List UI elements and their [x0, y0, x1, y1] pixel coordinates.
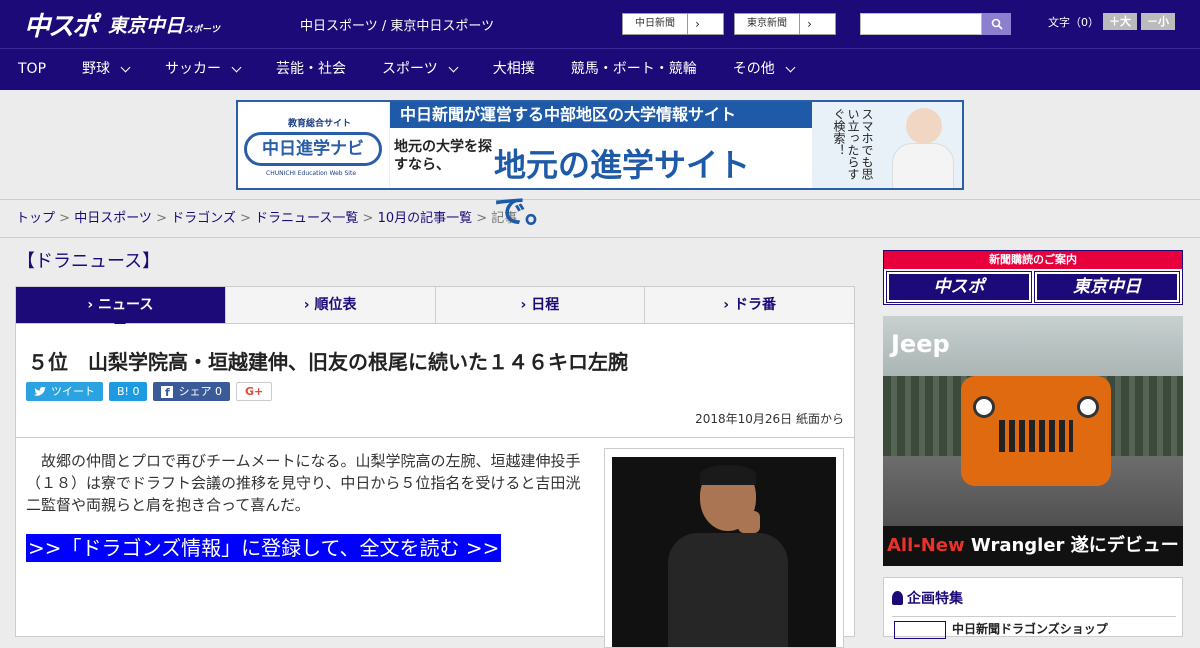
nav-item-soccer[interactable]: サッカー [147, 49, 258, 90]
ribbon-icon [892, 591, 903, 605]
ad-caption: All-New Wrangler 遂にデビュー [883, 526, 1183, 566]
google-plus-button[interactable]: G+ [235, 382, 273, 401]
banner-area: 教育総合サイト 中日進学ナビ CHUNICHI Education Web Si… [0, 90, 1200, 230]
breadcrumb-item[interactable]: トップ [16, 211, 55, 226]
tab-schedule[interactable]: › 日程 [436, 287, 646, 323]
search-button[interactable] [982, 13, 1011, 35]
font-size-control: 文字（0） ＋大 －小 [1048, 13, 1175, 30]
subscribe-chuspo-button[interactable]: 中スポ [886, 271, 1032, 303]
tab-drabAN[interactable]: › ドラ番 [645, 287, 854, 323]
nav-item-entertainment[interactable]: 芸能・社会 [258, 49, 364, 90]
search-icon [991, 18, 1003, 30]
nav-item-racing[interactable]: 競馬・ボート・競輪 [553, 49, 715, 90]
breadcrumb-item[interactable]: 10月の記事一覧 [378, 211, 473, 226]
tab-standings[interactable]: › 順位表 [226, 287, 436, 323]
breadcrumb-item[interactable]: ドラゴンズ [171, 211, 236, 226]
tweet-button[interactable]: ツイート [26, 382, 103, 401]
article-photo[interactable] [604, 448, 844, 648]
chevron-down-icon [231, 62, 242, 73]
article-header: ５位 山梨学院高・垣越建伸、旧友の根尾に続いた１４６キロ左腕 ツイート B! 0… [15, 324, 855, 438]
subscription-box: 新聞購読のご案内 中スポ 東京中日 [883, 250, 1183, 305]
hatena-bookmark-button[interactable]: B! 0 [109, 382, 148, 401]
tokyo-shimbun-button[interactable]: 東京新聞 › [734, 13, 836, 35]
feature-item[interactable]: 中日新聞ドラゴンズショップ [892, 616, 1176, 640]
subscription-header: 新聞購読のご案内 [884, 251, 1182, 269]
breadcrumb-item[interactable]: 中日スポーツ [74, 211, 152, 226]
font-larger-button[interactable]: ＋大 [1103, 13, 1137, 30]
banner-logo: 教育総合サイト 中日進学ナビ CHUNICHI Education Web Si… [238, 102, 390, 188]
search-box [860, 13, 1011, 35]
share-buttons: ツイート B! 0 f シェア 0 G+ [26, 382, 273, 401]
chevron-down-icon [448, 62, 459, 73]
search-input[interactable] [860, 13, 982, 35]
breadcrumb-item[interactable]: ドラニュース一覧 [255, 211, 358, 226]
tab-news[interactable]: › ニュース [16, 287, 226, 330]
top-header: 中スポ 東京中日スポーツ 中日スポーツ / 東京中日スポーツ 中日新聞 › 東京… [0, 0, 1200, 48]
jeep-logo: Jeep [891, 330, 950, 358]
nav-item-top[interactable]: TOP [0, 49, 64, 90]
tokyo-chunichi-logo[interactable]: 東京中日スポーツ [108, 11, 220, 38]
main-content: 【ドラニュース】 › ニュース › 順位表 › 日程 › ドラ番 ５位 山梨学院… [15, 240, 855, 648]
font-smaller-button[interactable]: －小 [1141, 13, 1175, 30]
section-tabs: › ニュース › 順位表 › 日程 › ドラ番 [15, 286, 855, 330]
chevron-down-icon [785, 62, 796, 73]
category-title: 【ドラニュース】 [17, 251, 161, 272]
nav-item-baseball[interactable]: 野球 [64, 49, 147, 90]
sidebar: 新聞購読のご案内 中スポ 東京中日 Jeep All-New Wrangler … [883, 250, 1183, 640]
subscribe-tokyo-button[interactable]: 東京中日 [1034, 271, 1180, 303]
main-nav: TOP 野球 サッカー 芸能・社会 スポーツ 大相撲 競馬・ボート・競輪 その他 [0, 48, 1200, 90]
banner-photo: スマホでも思い立ったらすぐ検索！ [812, 102, 962, 188]
nav-item-sumo[interactable]: 大相撲 [475, 49, 553, 90]
feature-title: 企画特集 [892, 588, 963, 608]
facebook-share-button[interactable]: f シェア 0 [153, 382, 230, 401]
article-text: 故郷の仲間とプロで再びチームメートになる。山梨学院高の左腕、垣越建伸投手（１８）… [26, 452, 581, 514]
article-body: 故郷の仲間とプロで再びチームメートになる。山梨学院高の左腕、垣越建伸投手（１８）… [15, 437, 855, 648]
chuspo-logo[interactable]: 中スポ [24, 6, 98, 43]
chunichi-shimbun-button[interactable]: 中日新聞 › [622, 13, 724, 35]
site-name: 中日スポーツ / 東京中日スポーツ [300, 19, 495, 34]
twitter-icon [34, 386, 46, 396]
banner-text: 中日新聞が運営する中部地区の大学情報サイト 地元の大学を探すなら、 地元の進学サ… [390, 102, 812, 230]
chevron-right-icon: › [799, 14, 819, 34]
jeep-ad[interactable]: Jeep All-New Wrangler 遂にデビュー [883, 316, 1183, 566]
read-more-link[interactable]: >>「ドラゴンズ情報」に登録して、全文を読む >> [26, 534, 502, 562]
feature-box: 企画特集 中日新聞ドラゴンズショップ [883, 577, 1183, 640]
site-logo[interactable]: 中スポ 東京中日スポーツ [24, 6, 220, 43]
font-size-label: 文字（0） [1048, 15, 1099, 29]
article-title: ５位 山梨学院高・垣越建伸、旧友の根尾に続いた１４６キロ左腕 [28, 350, 628, 374]
nav-item-sports[interactable]: スポーツ [364, 49, 475, 90]
jeep-car-image [961, 376, 1111, 486]
ad-banner[interactable]: 教育総合サイト 中日進学ナビ CHUNICHI Education Web Si… [236, 100, 964, 230]
chevron-down-icon [120, 62, 131, 73]
nav-item-other[interactable]: その他 [715, 49, 812, 90]
facebook-icon: f [161, 385, 174, 399]
chevron-right-icon: › [687, 14, 707, 34]
article-date: 2018年10月26日 紙面から [695, 412, 844, 426]
